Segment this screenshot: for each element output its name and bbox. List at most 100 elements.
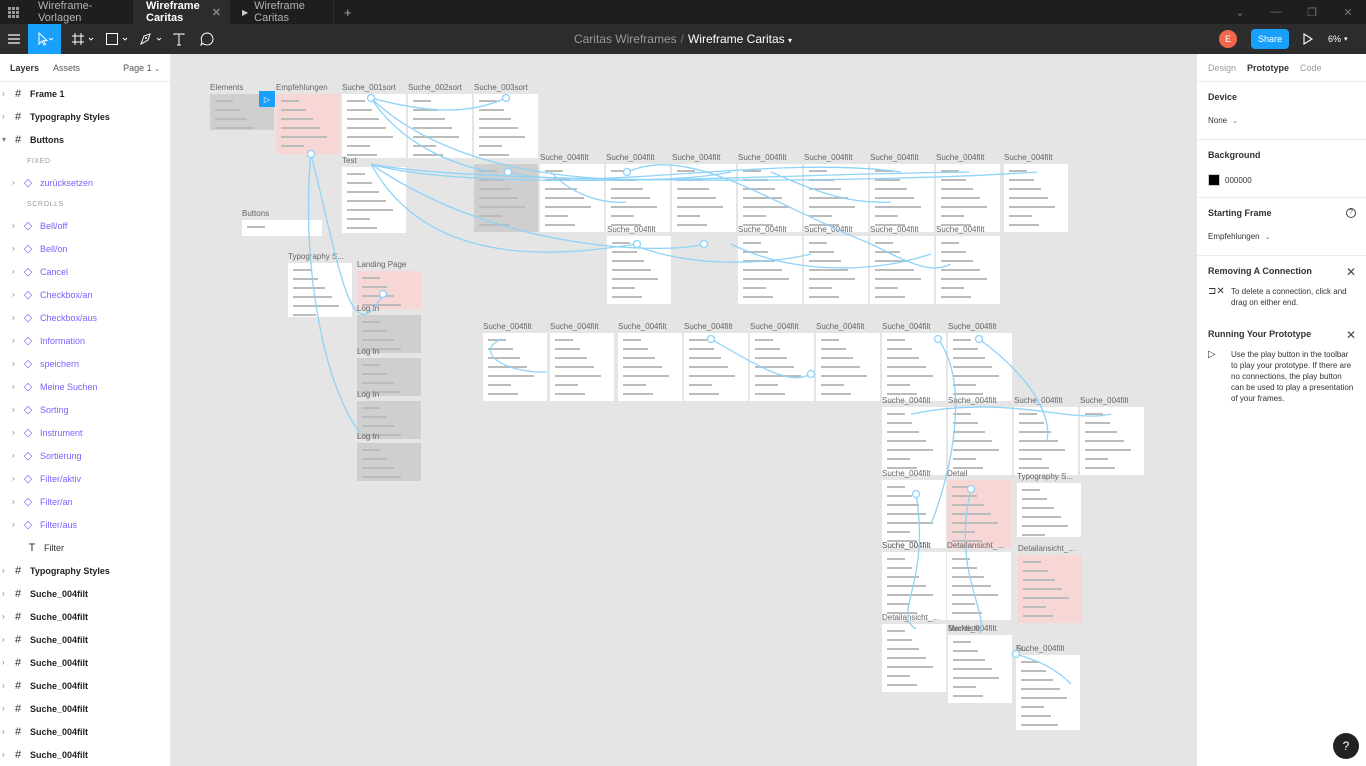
caret-right-icon[interactable]: › [2, 89, 11, 98]
layer-item[interactable]: › ◇ Checkbox/aus [0, 306, 170, 329]
new-tab-button[interactable]: + [334, 0, 362, 24]
layer-item[interactable]: › ◇ Bell/off [0, 214, 170, 237]
close-icon[interactable]: ✕ [1346, 265, 1356, 279]
close-tab-icon[interactable]: ✕ [212, 6, 221, 19]
layer-item[interactable]: T Filter [0, 536, 170, 559]
layer-item[interactable]: › # Suche_004filt [0, 720, 170, 743]
caret-right-icon[interactable]: › [12, 244, 21, 253]
page-selector[interactable]: Page 1 ⌄ [123, 63, 160, 73]
layer-item[interactable]: › ◇ Filter/an [0, 490, 170, 513]
layer-item[interactable]: › # Suche_004filt [0, 605, 170, 628]
layer-item[interactable]: › ◇ zurücksetzen [0, 171, 170, 194]
tab-layers[interactable]: Layers [10, 63, 39, 73]
layer-name: Suche_004filt [30, 703, 89, 714]
canvas[interactable]: Elements Empfehlungen Suche_001sort Suche_0… [171, 54, 1196, 766]
caret-right-icon[interactable]: › [12, 178, 21, 187]
caret-right-icon[interactable]: › [2, 727, 11, 736]
layer-item[interactable]: › # Suche_004filt [0, 743, 170, 766]
tab-code[interactable]: Code [1300, 63, 1322, 73]
layer-item[interactable]: › # Suche_004filt [0, 697, 170, 720]
layer-item[interactable]: › # Suche_004filt [0, 651, 170, 674]
tab-prototype-wireframe-caritas[interactable]: ▶ Wireframe Caritas [230, 0, 334, 24]
caret-right-icon[interactable]: › [12, 520, 21, 529]
caret-right-icon[interactable]: › [12, 221, 21, 230]
maximize-icon[interactable]: ❐ [1294, 0, 1330, 24]
background-field[interactable]: 000000 [1208, 174, 1355, 186]
caret-right-icon[interactable]: › [2, 566, 11, 575]
caret-right-icon[interactable]: › [12, 267, 21, 276]
text-tool-button[interactable] [169, 24, 189, 54]
layer-item[interactable]: › ◇ Information [0, 329, 170, 352]
main-menu-icon[interactable] [0, 24, 27, 54]
comment-tool-button[interactable] [197, 24, 217, 54]
caret-right-icon[interactable]: › [2, 750, 11, 759]
caret-right-icon[interactable]: › [2, 612, 11, 621]
layer-item[interactable]: › ◇ Filter/aktiv [0, 467, 170, 490]
frame-tool-button[interactable] [67, 24, 99, 54]
zoom-control[interactable]: 6% ▾ [1328, 30, 1348, 48]
tab-prototype[interactable]: Prototype [1247, 63, 1289, 73]
component-icon: ◇ [23, 404, 33, 416]
caret-right-icon[interactable]: › [12, 359, 21, 368]
frame-icon: # [14, 564, 22, 577]
caret-right-icon[interactable]: › [12, 497, 21, 506]
caret-right-icon[interactable]: › [12, 474, 21, 483]
caret-right-icon[interactable]: › [2, 658, 11, 667]
close-icon[interactable]: ✕ [1346, 328, 1356, 342]
starting-frame-select[interactable]: Empfehlungen ⌄ [1208, 232, 1355, 241]
share-button[interactable]: Share [1251, 29, 1289, 49]
pen-tool-button[interactable] [135, 24, 167, 54]
caret-right-icon[interactable]: › [12, 428, 21, 437]
layer-item[interactable]: › ◇ Bell/on [0, 237, 170, 260]
layer-item[interactable]: › ◇ Sorting [0, 398, 170, 421]
layer-item[interactable]: › ◇ Sortierung [0, 444, 170, 467]
tab-design[interactable]: Design [1208, 63, 1236, 73]
home-grid-icon[interactable] [0, 0, 26, 24]
minimize-icon[interactable]: — [1258, 0, 1294, 24]
layer-item[interactable]: › # Suche_004filt [0, 582, 170, 605]
help-button[interactable]: ? [1333, 733, 1359, 759]
shape-tool-button[interactable] [101, 24, 133, 54]
layer-item[interactable]: › ◇ Meine Suchen [0, 375, 170, 398]
device-select[interactable]: None ⌄ [1208, 116, 1355, 125]
close-window-icon[interactable]: ✕ [1330, 0, 1366, 24]
frame-icon: # [14, 679, 22, 692]
present-play-icon[interactable] [1300, 30, 1316, 48]
layer-item[interactable]: › # Suche_004filt [0, 628, 170, 651]
tab-assets[interactable]: Assets [53, 63, 80, 73]
layer-name: zurücksetzen [40, 177, 94, 188]
caret-right-icon[interactable]: › [12, 313, 21, 322]
layer-item[interactable]: › # Frame 1 [0, 82, 170, 105]
layer-item[interactable]: › ◇ speichern [0, 352, 170, 375]
layer-name: Filter/aus [40, 519, 78, 530]
move-tool-button[interactable] [28, 24, 61, 54]
layer-item[interactable]: › # Typography Styles [0, 559, 170, 582]
caret-right-icon[interactable]: › [2, 112, 11, 121]
color-swatch[interactable] [1208, 174, 1220, 186]
tab-wireframe-caritas[interactable]: Wireframe Caritas ✕ [134, 0, 230, 24]
layer-item[interactable]: ▾ # Buttons [0, 128, 170, 151]
caret-right-icon[interactable]: › [12, 336, 21, 345]
layer-item[interactable]: › ◇ Checkbox/an [0, 283, 170, 306]
chevron-down-icon[interactable]: ⌄ [1222, 0, 1258, 24]
layer-item[interactable]: › ◇ Cancel [0, 260, 170, 283]
caret-right-icon[interactable]: › [12, 382, 21, 391]
layer-item[interactable]: › ◇ Instrument [0, 421, 170, 444]
caret-right-icon[interactable]: › [2, 635, 11, 644]
caret-right-icon[interactable]: › [2, 589, 11, 598]
layer-item[interactable]: › # Typography Styles [0, 105, 170, 128]
starting-frame-play-icon[interactable]: ▷ [259, 91, 275, 107]
layer-name: Suche_004filt [30, 749, 89, 760]
layer-item[interactable]: › ◇ Filter/aus [0, 513, 170, 536]
caret-right-icon[interactable]: › [12, 451, 21, 460]
caret-down-icon[interactable]: ▾ [2, 135, 11, 144]
avatar[interactable]: E [1219, 30, 1237, 48]
caret-right-icon[interactable]: › [12, 405, 21, 414]
caret-right-icon[interactable]: › [12, 290, 21, 299]
caret-right-icon[interactable]: › [2, 704, 11, 713]
layer-item[interactable]: › # Suche_004filt [0, 674, 170, 697]
tab-wireframe-vorlagen[interactable]: Wireframe-Vorlagen [26, 0, 134, 24]
info-icon[interactable]: ? [1346, 208, 1356, 218]
caret-right-icon[interactable]: › [2, 681, 11, 690]
tab-bar: Wireframe-Vorlagen Wireframe Caritas ✕ ▶… [0, 0, 1366, 24]
